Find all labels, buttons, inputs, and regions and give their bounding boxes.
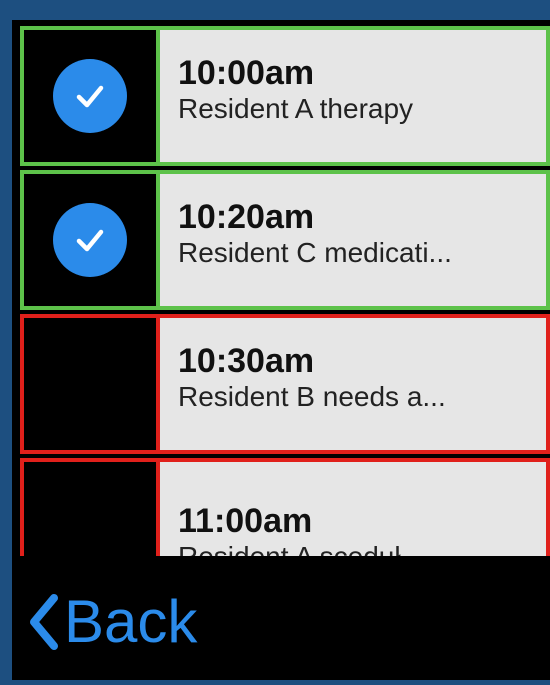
schedule-item[interactable]: 10:00am Resident A therapy bbox=[20, 26, 550, 166]
item-content[interactable]: 11:00am Resident A sceduł bbox=[160, 462, 546, 556]
item-time: 10:20am bbox=[178, 198, 315, 236]
schedule-list[interactable]: 10:00am Resident A therapy 10:20am Resid… bbox=[20, 26, 550, 556]
status-cell[interactable] bbox=[24, 462, 160, 556]
checkmark-circle-icon bbox=[53, 203, 127, 277]
item-time: 10:00am bbox=[178, 54, 315, 92]
status-cell[interactable] bbox=[24, 174, 160, 306]
status-cell[interactable] bbox=[24, 318, 160, 450]
back-button[interactable]: Back bbox=[26, 590, 197, 654]
item-content[interactable]: 10:00am Resident A therapy bbox=[160, 30, 546, 162]
item-content[interactable]: 10:20am Resident C medicati... bbox=[160, 174, 546, 306]
back-label: Back bbox=[64, 588, 198, 655]
item-description: Resident B needs a... bbox=[178, 381, 446, 412]
bottom-bar: Back bbox=[12, 558, 550, 680]
status-cell[interactable] bbox=[24, 30, 160, 162]
chevron-left-icon bbox=[30, 594, 58, 650]
item-description: Resident A sceduł bbox=[178, 540, 546, 556]
item-description: Resident C medicati... bbox=[178, 237, 452, 268]
schedule-item[interactable]: 10:30am Resident B needs a... bbox=[20, 314, 550, 454]
checkmark-icon bbox=[76, 229, 104, 252]
item-description: Resident A therapy bbox=[178, 93, 414, 124]
item-time: 11:00am bbox=[178, 502, 313, 540]
device-frame: 10:00am Resident A therapy 10:20am Resid… bbox=[0, 0, 550, 685]
checkmark-icon bbox=[76, 85, 104, 108]
screen: 10:00am Resident A therapy 10:20am Resid… bbox=[12, 20, 550, 680]
schedule-item[interactable]: 10:20am Resident C medicati... bbox=[20, 170, 550, 310]
schedule-item[interactable]: 11:00am Resident A sceduł bbox=[20, 458, 550, 556]
checkmark-circle-icon bbox=[53, 59, 127, 133]
item-time: 10:30am bbox=[178, 342, 315, 380]
item-content[interactable]: 10:30am Resident B needs a... bbox=[160, 318, 546, 450]
